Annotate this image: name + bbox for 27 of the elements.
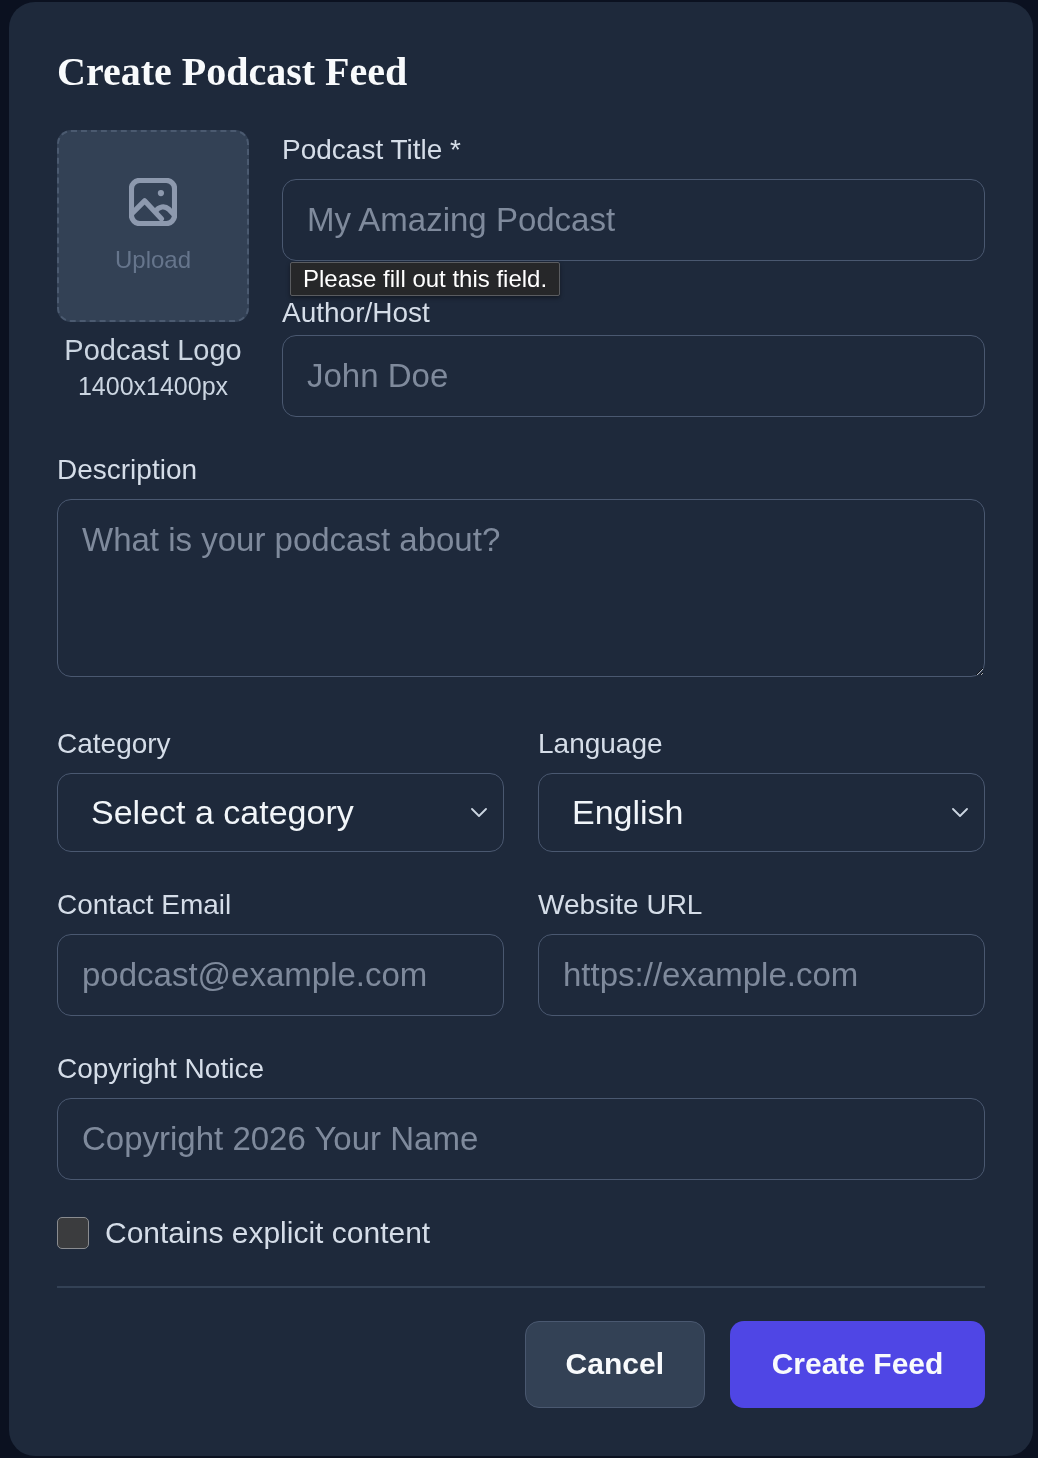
- field-label: Language: [538, 728, 663, 760]
- field-label: Author/Host: [282, 297, 430, 329]
- podcast-title-input[interactable]: My Amazing Podcast: [282, 179, 985, 261]
- explicit-content-checkbox[interactable]: [57, 1217, 89, 1249]
- field-label: Website URL: [538, 889, 703, 921]
- field-label: Category: [57, 728, 171, 760]
- field-label: Podcast Title *: [282, 134, 461, 166]
- language-select[interactable]: English: [538, 773, 985, 852]
- author-input[interactable]: John Doe: [282, 335, 985, 417]
- dialog-title: Create Podcast Feed: [57, 50, 408, 94]
- chevron-down-icon: [952, 808, 968, 817]
- logo-size-hint: 1400x1400px: [77, 372, 229, 400]
- field-label: Contact Email: [57, 889, 232, 921]
- field-label: Copyright Notice: [57, 1053, 264, 1085]
- image-icon: [129, 178, 177, 226]
- chevron-down-icon: [471, 808, 487, 817]
- description-textarea[interactable]: What is your podcast about?: [57, 499, 985, 677]
- category-select[interactable]: Select a category: [57, 773, 504, 852]
- field-label: Description: [57, 454, 198, 486]
- checkbox-label: Contains explicit content: [105, 1217, 431, 1249]
- cancel-button[interactable]: Cancel: [524, 1320, 705, 1408]
- website-input[interactable]: https://example.com: [538, 934, 985, 1016]
- submit-button[interactable]: Create Feed: [730, 1320, 985, 1408]
- validation-tooltip: Please fill out this field.: [290, 262, 561, 296]
- copyright-input[interactable]: Copyright 2026 Your Name: [57, 1098, 985, 1180]
- email-input[interactable]: podcast@example.com: [57, 934, 504, 1016]
- logo-caption: Podcast Logo: [64, 334, 242, 366]
